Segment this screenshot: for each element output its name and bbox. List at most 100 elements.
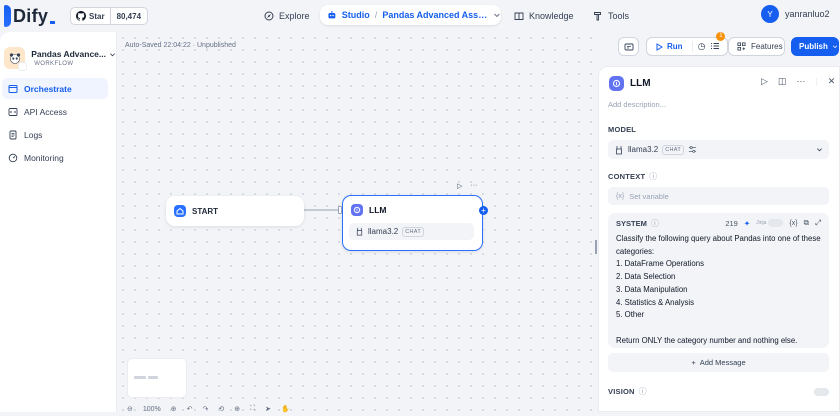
sliders-icon[interactable] bbox=[688, 145, 697, 154]
system-prompt-line: 3. Data Manipulation bbox=[616, 284, 688, 294]
panel-title[interactable]: LLM bbox=[630, 78, 651, 89]
book-icon bbox=[514, 12, 524, 20]
chat-badge: CHAT bbox=[402, 226, 425, 237]
plus-icon: + bbox=[691, 358, 696, 367]
add-message-button[interactable]: + Add Message bbox=[608, 353, 829, 372]
chevron-down-icon[interactable] bbox=[493, 11, 501, 19]
compass-icon bbox=[264, 11, 274, 20]
avatar[interactable]: Y bbox=[761, 5, 779, 23]
checklist-button[interactable]: 1 bbox=[710, 31, 726, 53]
help-circle-icon[interactable]: ⓘ bbox=[639, 386, 647, 397]
workflow-canvas[interactable]: Auto-Saved 22:04:22 · Unpublished START … bbox=[117, 32, 598, 413]
star-count: 80,474 bbox=[116, 11, 142, 21]
panel-resize-handle[interactable] bbox=[595, 240, 597, 254]
publish-label: Publish bbox=[799, 42, 828, 51]
sidebar-item-monitoring[interactable]: Monitoring bbox=[2, 147, 108, 168]
context-section-label: CONTEXT bbox=[608, 172, 646, 181]
env-vars-button[interactable] bbox=[618, 37, 639, 56]
top-bar: Dify Star 80,474 Explore Studio / Pandas… bbox=[0, 0, 840, 32]
node-config-panel: LLM ▷ ◫ ··· | ✕ Add description... MODEL… bbox=[598, 66, 840, 412]
minimap-node bbox=[134, 376, 146, 379]
description-input[interactable]: Add description... bbox=[608, 100, 839, 109]
user-menu[interactable]: Y yanranluo2 bbox=[761, 5, 830, 23]
help-circle-icon[interactable]: ⓘ bbox=[651, 218, 659, 229]
features-label: Features bbox=[751, 42, 783, 51]
terminal-window-icon bbox=[8, 84, 18, 93]
input-handle[interactable] bbox=[338, 206, 342, 214]
token-count: 219 bbox=[725, 218, 738, 228]
dify-logo[interactable]: Dify bbox=[4, 5, 56, 27]
nav-tools[interactable]: Tools bbox=[593, 6, 629, 25]
vision-toggle[interactable] bbox=[814, 387, 829, 396]
run-label: Run bbox=[667, 42, 683, 51]
chevron-down-icon[interactable] bbox=[816, 146, 823, 153]
model-selector[interactable]: llama3.2 CHAT bbox=[608, 140, 829, 159]
llm-node-model-name: llama3.2 bbox=[368, 227, 399, 236]
sidebar-item-label: Orchestrate bbox=[24, 83, 72, 94]
system-prompt-line: categories: bbox=[616, 246, 655, 256]
minimap[interactable] bbox=[127, 358, 187, 398]
run-history-icon[interactable]: ◷ bbox=[698, 41, 706, 52]
warning-count-badge: 1 bbox=[716, 31, 726, 41]
publish-button[interactable]: Publish bbox=[791, 37, 839, 56]
nav-studio[interactable]: Studio / Pandas Advanced Assist... bbox=[320, 5, 501, 25]
help-book-icon[interactable]: ◫ bbox=[778, 76, 787, 87]
run-node-icon[interactable]: ▷ bbox=[457, 182, 462, 190]
more-icon[interactable]: ··· bbox=[470, 182, 477, 190]
start-node[interactable]: START bbox=[166, 196, 304, 226]
system-prompt-line: Return ONLY the category number and noth… bbox=[616, 335, 798, 345]
help-circle-icon[interactable]: ⓘ bbox=[649, 171, 657, 182]
sidebar-item-label: Monitoring bbox=[24, 152, 64, 163]
copy-icon[interactable]: ⧉ bbox=[804, 218, 809, 228]
run-button[interactable]: Run bbox=[655, 42, 683, 51]
chevron-down-icon[interactable] bbox=[109, 51, 116, 58]
run-toolbar: Run ◷ 1 bbox=[646, 31, 728, 56]
play-icon bbox=[656, 42, 663, 51]
zoom-level[interactable]: 100% bbox=[143, 406, 161, 413]
app-info[interactable]: Pandas Advance... WORKFLOW bbox=[0, 32, 116, 76]
system-prompt-line: Classify the following query about Panda… bbox=[616, 234, 821, 243]
app-avatar-icon bbox=[4, 47, 28, 71]
chat-badge: CHAT bbox=[662, 144, 685, 155]
system-prompt-text[interactable]: Classify the following query about Panda… bbox=[608, 233, 829, 347]
current-app-name[interactable]: Pandas Advanced Assist... bbox=[382, 10, 488, 20]
context-variable-selector[interactable]: {x} Set variable bbox=[608, 187, 829, 205]
close-icon[interactable]: ✕ bbox=[828, 76, 836, 87]
system-prompt-line: 4. Statistics & Analysis bbox=[616, 297, 694, 307]
app-name: Pandas Advance... bbox=[31, 49, 106, 59]
llm-node[interactable]: LLM llama3.2 CHAT + bbox=[338, 195, 488, 251]
system-prompt-line bbox=[616, 322, 821, 335]
breadcrumb-separator: / bbox=[374, 10, 378, 20]
minimap-node bbox=[148, 376, 158, 379]
sidebar-item-api-access[interactable]: API Access bbox=[2, 101, 108, 122]
system-prompt-editor[interactable]: SYSTEM ⓘ 219 ✦ Jinja {x} ⧉ ⤢ Classify th… bbox=[608, 213, 829, 348]
sidebar-item-label: API Access bbox=[24, 106, 67, 117]
nav-knowledge-label: Knowledge bbox=[529, 10, 574, 21]
nav-explore[interactable]: Explore bbox=[264, 6, 310, 25]
run-step-icon[interactable]: ▷ bbox=[761, 76, 768, 87]
github-star-widget[interactable]: Star 80,474 bbox=[70, 7, 149, 25]
llm-node-model: llama3.2 CHAT bbox=[349, 223, 474, 240]
sidebar-item-logs[interactable]: Logs bbox=[2, 124, 108, 145]
model-section-label: MODEL bbox=[608, 125, 637, 134]
features-button[interactable]: Features bbox=[728, 37, 785, 56]
sidebar-item-orchestrate[interactable]: Orchestrate bbox=[2, 78, 108, 99]
llama-icon bbox=[356, 227, 363, 236]
add-message-label: Add Message bbox=[699, 358, 746, 367]
system-prompt-line: 1. DataFrame Operations bbox=[616, 259, 704, 269]
logo-mark bbox=[4, 5, 11, 27]
llm-brain-icon bbox=[351, 204, 363, 216]
sparkle-icon[interactable]: ✦ bbox=[744, 219, 750, 228]
system-label: SYSTEM bbox=[616, 218, 647, 228]
jinja-toggle[interactable] bbox=[768, 219, 784, 227]
add-next-node-button[interactable]: + bbox=[479, 206, 488, 215]
app-type: WORKFLOW bbox=[34, 61, 74, 67]
sidebar-menu: Orchestrate API Access Logs Monitoring bbox=[0, 78, 116, 168]
nav-knowledge[interactable]: Knowledge bbox=[514, 6, 574, 25]
file-list-icon bbox=[9, 130, 17, 139]
model-name: llama3.2 bbox=[628, 145, 659, 154]
expand-icon[interactable]: ⤢ bbox=[815, 218, 821, 228]
vision-section-label: VISION bbox=[608, 387, 635, 396]
insert-variable-icon[interactable]: {x} bbox=[789, 220, 797, 227]
more-icon[interactable]: ··· bbox=[796, 76, 805, 87]
